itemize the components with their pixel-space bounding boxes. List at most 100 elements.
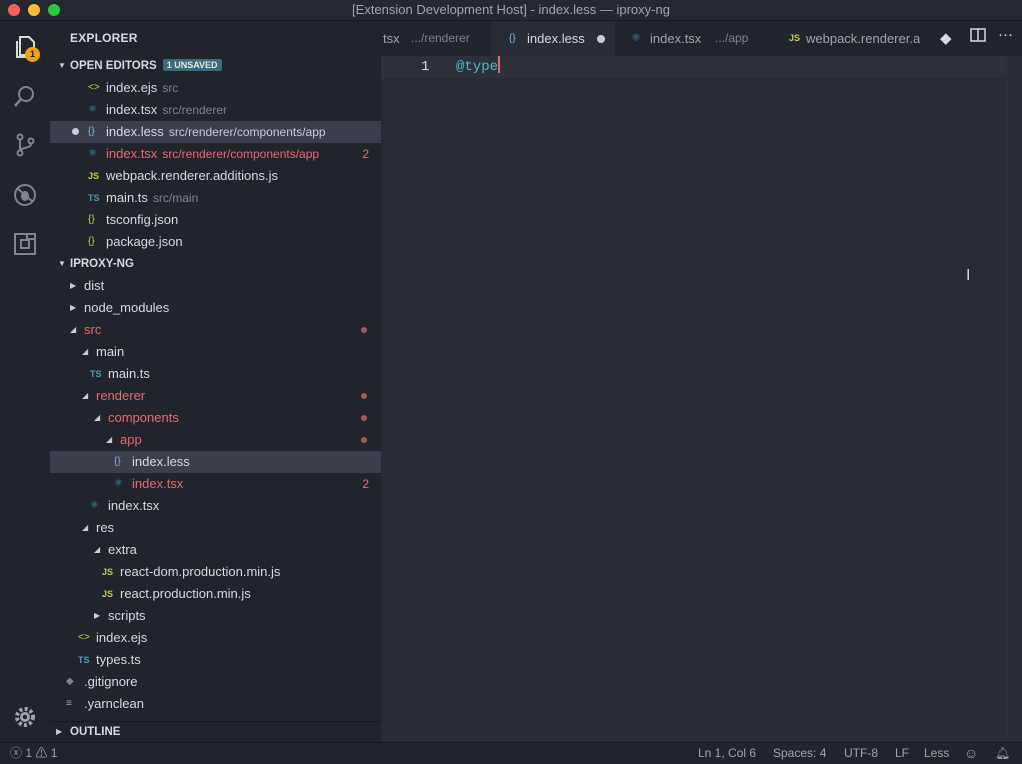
tree-item-label: index.tsx bbox=[108, 498, 160, 513]
editor-scrollbar[interactable] bbox=[1007, 56, 1022, 742]
notifications-bell-icon[interactable]: 🔔︎ bbox=[995, 743, 1010, 764]
ejs-icon: <> bbox=[88, 82, 100, 93]
tab-path: .../app bbox=[715, 31, 749, 45]
tree-item[interactable]: ◢ main bbox=[50, 341, 381, 363]
tree-item-label: node_modules bbox=[84, 300, 170, 315]
problems-status[interactable]: ⓧ 1 ⚠ 1 bbox=[10, 743, 57, 764]
tree-item[interactable]: ▶ scripts bbox=[50, 605, 381, 627]
source-control-activity-button[interactable] bbox=[8, 128, 42, 162]
open-editor-name: package.json bbox=[106, 234, 183, 249]
project-label: IPROXY-NG bbox=[70, 258, 134, 270]
eol-status[interactable]: LF bbox=[895, 743, 909, 764]
minimize-window-button[interactable] bbox=[28, 4, 40, 16]
encoding-status[interactable]: UTF-8 bbox=[844, 743, 878, 764]
activity-bar: 1 bbox=[0, 21, 50, 742]
js-icon: JS bbox=[102, 567, 114, 577]
gear-icon bbox=[15, 707, 35, 727]
open-editor-item[interactable]: ⚛ index.tsx src/renderer bbox=[50, 99, 381, 121]
open-editor-item[interactable]: ⚛ index.tsx src/renderer/components/app 2 bbox=[50, 143, 381, 165]
open-editor-item[interactable]: {} tsconfig.json bbox=[50, 209, 381, 231]
tree-item-label: index.less bbox=[132, 454, 190, 469]
open-changes-icon[interactable]: ◆ bbox=[940, 29, 952, 47]
ibeam-cursor-icon: I bbox=[966, 267, 971, 284]
tree-item[interactable]: <> index.ejs bbox=[50, 627, 381, 649]
close-window-button[interactable] bbox=[8, 4, 20, 16]
chevron-down-icon: ▼ bbox=[58, 61, 66, 70]
open-editor-item[interactable]: TS main.ts src/main bbox=[50, 187, 381, 209]
open-editor-item[interactable]: {} package.json bbox=[50, 231, 381, 253]
unsaved-dot[interactable] bbox=[597, 35, 605, 43]
open-editor-item[interactable]: JS webpack.renderer.additions.js bbox=[50, 165, 381, 187]
tab-index-less[interactable]: {} index.less bbox=[491, 21, 615, 56]
tree-item-label: .yarnclean bbox=[84, 696, 144, 711]
tab-label: index.tsx bbox=[650, 31, 702, 46]
language-mode[interactable]: Less bbox=[924, 743, 949, 764]
open-editor-item[interactable]: <> index.ejs src bbox=[50, 77, 381, 99]
explorer-activity-button[interactable]: 1 bbox=[8, 30, 42, 64]
tree-item[interactable]: ◢ res bbox=[50, 517, 381, 539]
extensions-icon bbox=[14, 233, 36, 255]
react-icon: ⚛ bbox=[88, 104, 97, 115]
manage-settings-button[interactable] bbox=[8, 700, 42, 734]
js-icon: JS bbox=[88, 171, 100, 181]
tree-item[interactable]: ≡ .yarnclean bbox=[50, 693, 381, 715]
feedback-smiley-icon[interactable]: ☺ bbox=[964, 743, 978, 764]
tree-item[interactable]: ▶ node_modules bbox=[50, 297, 381, 319]
unsaved-badge: 1 UNSAVED bbox=[162, 59, 222, 71]
outline-header[interactable]: ▶ OUTLINE bbox=[50, 721, 381, 743]
indentation-status[interactable]: Spaces: 4 bbox=[773, 743, 826, 764]
tree-item[interactable]: ⚛ index.tsx 2 bbox=[50, 473, 381, 495]
tree-item[interactable]: ◢ app bbox=[50, 429, 381, 451]
tab-webpack-renderer[interactable]: JS webpack.renderer.a bbox=[775, 21, 935, 56]
warning-count: 1 bbox=[50, 746, 58, 760]
ts-icon: TS bbox=[88, 193, 100, 203]
open-editor-name: tsconfig.json bbox=[106, 212, 179, 227]
tree-item[interactable]: ▶ dist bbox=[50, 275, 381, 297]
search-activity-button[interactable] bbox=[8, 79, 42, 113]
cursor-position[interactable]: Ln 1, Col 6 bbox=[698, 743, 756, 764]
tree-item-label: main.ts bbox=[108, 366, 150, 381]
tree-item[interactable]: ◢ renderer bbox=[50, 385, 381, 407]
js-icon: JS bbox=[789, 33, 801, 43]
tab-label: tsx bbox=[383, 31, 400, 46]
open-editor-name: index.less bbox=[106, 124, 164, 139]
project-header[interactable]: ▼ IPROXY-NG bbox=[50, 253, 381, 275]
open-editor-name: main.ts bbox=[106, 190, 148, 205]
chevron-down-icon: ◢ bbox=[70, 325, 77, 334]
tree-item[interactable]: TS types.ts bbox=[50, 649, 381, 671]
chevron-down-icon: ◢ bbox=[94, 413, 101, 422]
chevron-right-icon: ▶ bbox=[70, 281, 77, 290]
debug-activity-button[interactable] bbox=[8, 178, 42, 212]
tree-item-label: res bbox=[96, 520, 115, 535]
tree-item[interactable]: ◢ extra bbox=[50, 539, 381, 561]
react-icon: ⚛ bbox=[631, 32, 641, 44]
modified-dot bbox=[361, 393, 367, 399]
tree-item[interactable]: {} index.less bbox=[50, 451, 381, 473]
extensions-activity-button[interactable] bbox=[8, 227, 42, 261]
tree-item[interactable]: ⚛ index.tsx bbox=[50, 495, 381, 517]
tree-item[interactable]: ◢ components bbox=[50, 407, 381, 429]
less-icon: {} bbox=[509, 33, 516, 44]
tree-item-label: react-dom.production.min.js bbox=[120, 564, 281, 579]
tab-index-tsx-app[interactable]: ⚛ index.tsx .../app bbox=[617, 21, 773, 56]
modified-dot bbox=[361, 327, 367, 333]
open-editor-desc: src bbox=[162, 81, 179, 95]
tree-item[interactable]: ◢ src bbox=[50, 319, 381, 341]
code-line[interactable]: @type bbox=[456, 56, 501, 78]
tree-item[interactable]: TS main.ts bbox=[50, 363, 381, 385]
tree-item[interactable]: JS react.production.min.js bbox=[50, 583, 381, 605]
modified-dot bbox=[361, 437, 367, 443]
tab-index-tsx-renderer[interactable]: tsx .../renderer bbox=[381, 21, 489, 56]
maximize-window-button[interactable] bbox=[48, 4, 60, 16]
more-actions-icon[interactable]: ··· bbox=[998, 26, 1013, 43]
tree-item[interactable]: JS react-dom.production.min.js bbox=[50, 561, 381, 583]
open-editors-header[interactable]: ▼ OPEN EDITORS 1 UNSAVED bbox=[50, 55, 381, 77]
tree-item[interactable]: ◆ .gitignore bbox=[50, 671, 381, 693]
open-editor-desc: src/renderer/components/app bbox=[168, 125, 326, 139]
unsaved-dot[interactable] bbox=[72, 128, 79, 135]
open-editor-item[interactable]: {} index.less src/renderer/components/app bbox=[50, 121, 381, 143]
tab-label: index.less bbox=[527, 31, 585, 46]
tree-item-label: index.tsx bbox=[132, 476, 184, 491]
split-editor-icon[interactable] bbox=[970, 27, 986, 47]
less-icon: {} bbox=[114, 456, 121, 467]
